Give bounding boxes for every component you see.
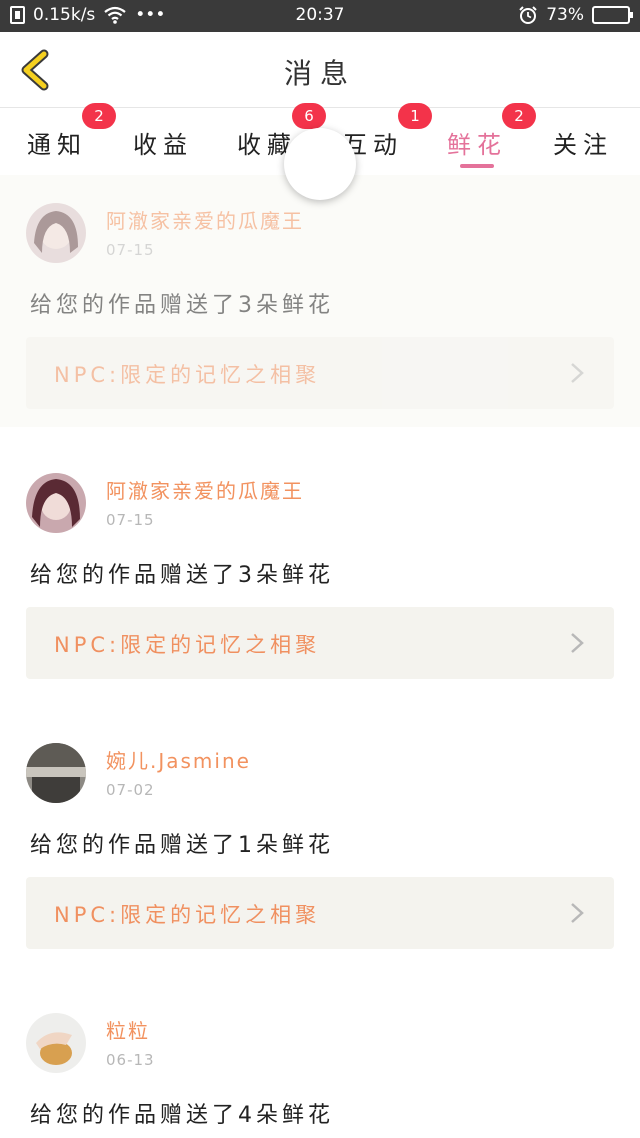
sender-name[interactable]: 阿澈家亲爱的瓜魔王 xyxy=(106,205,304,234)
tab-label: 鲜花 xyxy=(447,131,507,159)
sender-name[interactable]: 阿澈家亲爱的瓜魔王 xyxy=(106,475,304,504)
message-text: 给您的作品赠送了3朵鲜花 xyxy=(30,293,334,318)
tab-label: 收益 xyxy=(133,131,193,159)
floating-assistive-button[interactable] xyxy=(284,128,356,200)
work-title: NPC:限定的记忆之相聚 xyxy=(54,363,321,387)
chevron-right-icon xyxy=(571,633,584,653)
work-title: NPC:限定的记忆之相聚 xyxy=(54,633,321,657)
work-link[interactable]: NPC:限定的记忆之相聚 xyxy=(26,337,614,409)
avatar[interactable] xyxy=(26,473,86,533)
avatar[interactable] xyxy=(26,203,86,263)
alarm-icon xyxy=(519,6,537,24)
avatar-image xyxy=(26,473,86,533)
message-text: 给您的作品赠送了4朵鲜花 xyxy=(30,1103,334,1128)
work-link[interactable]: NPC:限定的记忆之相聚 xyxy=(26,877,614,949)
battery-icon xyxy=(592,6,633,24)
tab-notifications[interactable]: 通知 2 xyxy=(4,103,116,175)
message-text: 给您的作品赠送了1朵鲜花 xyxy=(30,833,334,858)
active-tab-indicator xyxy=(460,164,494,168)
status-bar: 0.15k/s ••• 20:37 73% xyxy=(0,0,640,32)
page-title: 消息 xyxy=(283,57,356,90)
list-item[interactable]: 婉儿.Jasmine 07-02 给您的作品赠送了1朵鲜花 NPC:限定的记忆之… xyxy=(0,715,640,967)
list-item[interactable]: 粒粒 06-13 给您的作品赠送了4朵鲜花 xyxy=(0,985,640,1138)
tab-label: 关注 xyxy=(553,131,613,159)
chevron-right-icon xyxy=(571,363,584,383)
message-date: 07-15 xyxy=(106,511,155,529)
message-date: 06-13 xyxy=(106,1051,155,1069)
tab-earnings[interactable]: 收益 xyxy=(110,109,216,175)
header: 消息 xyxy=(0,32,640,108)
message-date: 07-02 xyxy=(106,781,155,799)
sender-name[interactable]: 粒粒 xyxy=(106,1015,150,1044)
message-text: 给您的作品赠送了3朵鲜花 xyxy=(30,563,334,588)
message-date: 07-15 xyxy=(106,241,155,259)
avatar[interactable] xyxy=(26,743,86,803)
tab-following[interactable]: 关注 xyxy=(530,109,636,175)
tab-flowers[interactable]: 鲜花 2 xyxy=(424,103,536,175)
list-item[interactable]: 阿澈家亲爱的瓜魔王 07-15 给您的作品赠送了3朵鲜花 NPC:限定的记忆之相… xyxy=(0,445,640,697)
status-right: 73% xyxy=(518,5,633,25)
battery-percent: 73% xyxy=(546,5,584,25)
message-list: 阿澈家亲爱的瓜魔王 07-15 给您的作品赠送了3朵鲜花 NPC:限定的记忆之相… xyxy=(0,175,640,1138)
list-item[interactable]: 阿澈家亲爱的瓜魔王 07-15 给您的作品赠送了3朵鲜花 NPC:限定的记忆之相… xyxy=(0,175,640,427)
work-title: NPC:限定的记忆之相聚 xyxy=(54,903,321,927)
work-link[interactable]: NPC:限定的记忆之相聚 xyxy=(26,607,614,679)
avatar[interactable] xyxy=(26,1013,86,1073)
chevron-right-icon xyxy=(571,903,584,923)
avatar-image xyxy=(26,743,86,803)
tab-label: 通知 xyxy=(27,131,87,159)
sender-name[interactable]: 婉儿.Jasmine xyxy=(106,745,251,774)
avatar-image xyxy=(26,1013,86,1073)
avatar-image xyxy=(26,203,86,263)
